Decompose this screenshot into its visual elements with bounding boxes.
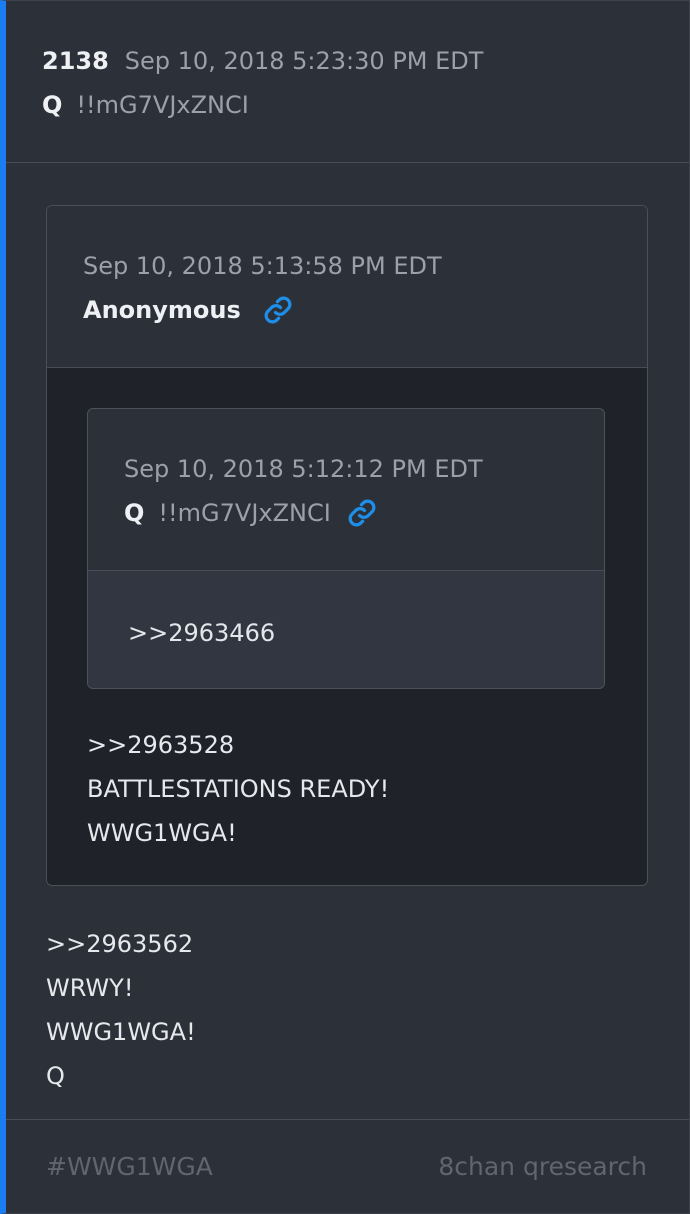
post-reference-link[interactable]: >>2963562: [46, 922, 647, 966]
quoted-post-text: >>2963528 BATTLESTATIONS READY! WWG1WGA!: [87, 723, 607, 855]
nested-quoted-post-date: Sep 10, 2018 5:12:12 PM EDT: [124, 455, 483, 483]
post-card: 2138 Sep 10, 2018 5:23:30 PM EDT Q !!mG7…: [0, 0, 690, 1214]
nested-quoted-post-header: Sep 10, 2018 5:12:12 PM EDT Q !!mG7VJxZN…: [88, 409, 604, 571]
hashtag[interactable]: #WWG1WGA: [46, 1152, 213, 1181]
text-line: Q: [46, 1062, 65, 1090]
link-icon[interactable]: [263, 295, 293, 325]
post-reference-link[interactable]: >>2963466: [128, 619, 604, 647]
text-line: WRWY!: [46, 974, 134, 1002]
nested-quoted-post-tripcode: !!mG7VJxZNCI: [158, 499, 331, 527]
quoted-post-body: Sep 10, 2018 5:12:12 PM EDT Q !!mG7VJxZN…: [47, 368, 647, 885]
post-reference-link[interactable]: >>2963528: [87, 723, 607, 767]
text-line: WWG1WGA!: [46, 1018, 196, 1046]
post-footer: #WWG1WGA 8chan qresearch: [6, 1119, 689, 1213]
post-number[interactable]: 2138: [42, 45, 109, 77]
post-date: Sep 10, 2018 5:23:30 PM EDT: [124, 47, 484, 75]
quoted-post-anonymous: Sep 10, 2018 5:13:58 PM EDT Anonymous Se…: [46, 205, 648, 886]
nested-quoted-post-body: >>2963466: [88, 571, 604, 688]
post-text: >>2963562 WRWY! WWG1WGA! Q: [46, 922, 647, 1098]
post-author: Q: [42, 91, 63, 119]
nested-quoted-post-author: Q: [124, 499, 145, 527]
quoted-post-author: Anonymous: [83, 296, 241, 324]
link-icon[interactable]: [347, 498, 377, 528]
quoted-post-header: Sep 10, 2018 5:13:58 PM EDT Anonymous: [47, 206, 647, 368]
source-label: 8chan qresearch: [438, 1152, 647, 1181]
text-line: BATTLESTATIONS READY!: [87, 775, 390, 803]
nested-quoted-post-q: Sep 10, 2018 5:12:12 PM EDT Q !!mG7VJxZN…: [87, 408, 605, 689]
post-tripcode: !!mG7VJxZNCI: [76, 91, 249, 119]
post-header: 2138 Sep 10, 2018 5:23:30 PM EDT Q !!mG7…: [6, 1, 689, 163]
text-line: WWG1WGA!: [87, 819, 237, 847]
post-body: Sep 10, 2018 5:13:58 PM EDT Anonymous Se…: [6, 163, 689, 1098]
quoted-post-date: Sep 10, 2018 5:13:58 PM EDT: [83, 252, 442, 280]
